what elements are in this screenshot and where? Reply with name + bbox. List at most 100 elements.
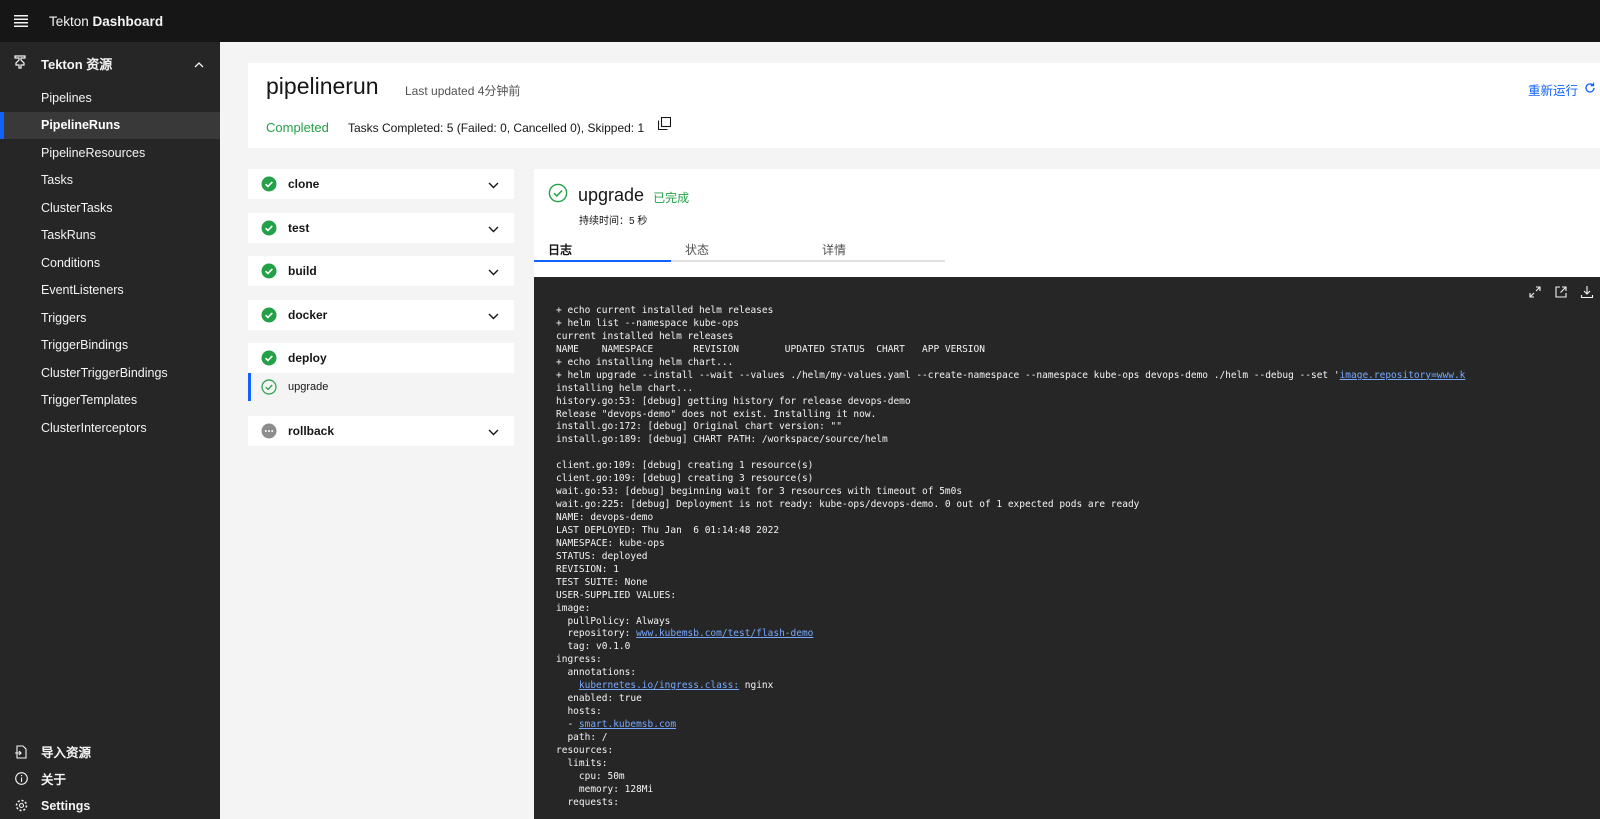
download-icon[interactable] xyxy=(1580,285,1594,304)
task-header-clone[interactable]: clone xyxy=(248,169,514,199)
info-icon xyxy=(13,772,29,785)
log-link[interactable]: image.repository=www.k xyxy=(1340,370,1466,381)
log-viewer[interactable]: + echo current installed helm releases + … xyxy=(534,277,1600,819)
chevron-down-icon[interactable] xyxy=(488,425,499,439)
sidebar-item-clustertriggerbindings[interactable]: ClusterTriggerBindings xyxy=(0,359,220,387)
sidebar-item-tasks[interactable]: Tasks xyxy=(0,167,220,195)
log-line: current installed helm releases xyxy=(556,330,734,342)
sidebar-item-clustertasks[interactable]: ClusterTasks xyxy=(0,194,220,222)
log-line: + helm list --namespace kube-ops xyxy=(556,317,740,329)
sidebar-item-taskruns[interactable]: TaskRuns xyxy=(0,222,220,250)
check-circle-outline-icon xyxy=(548,183,568,208)
log-line: - smart.kubemsb.com xyxy=(556,719,1576,732)
check-circle-icon xyxy=(261,176,277,192)
task-rollback: rollback xyxy=(248,416,514,446)
log-line: NAMESPACE: kube-ops xyxy=(556,537,665,549)
check-circle-icon xyxy=(261,307,277,323)
app-name[interactable]: Tekton Dashboard xyxy=(49,14,163,29)
sidebar-item-triggerbindings[interactable]: TriggerBindings xyxy=(0,332,220,360)
log-line: limits: xyxy=(556,757,608,769)
check-circle-icon xyxy=(261,263,277,279)
task-deploy: deploy upgrade xyxy=(248,343,514,401)
tekton-icon xyxy=(13,54,29,72)
log-line: NAME: devops-demo xyxy=(556,512,654,523)
log-line: enabled: true xyxy=(556,693,642,705)
step-duration: 持续时间：5 秒 xyxy=(579,216,648,227)
chevron-down-icon[interactable] xyxy=(488,265,499,279)
task-header-build[interactable]: build xyxy=(248,256,514,286)
task-header-test[interactable]: test xyxy=(248,212,514,243)
page-title: pipelinerun xyxy=(266,73,379,99)
task-list: clone test build docker deploy upgrade rollbac… xyxy=(248,169,514,460)
sidebar-about-label: 关于 xyxy=(41,773,67,787)
task-name: rollback xyxy=(288,424,335,438)
task-name: test xyxy=(288,220,310,235)
sidebar: Tekton 资源 Pipelines PipelineRuns PipelineR… xyxy=(0,42,220,819)
rerun-label: 重新运行 xyxy=(1527,84,1578,98)
log-line: wait.go:53: [debug] beginning wait for 3… xyxy=(556,486,963,498)
task-header-docker[interactable]: docker xyxy=(248,299,514,330)
task-name: docker xyxy=(288,307,328,322)
tab-status[interactable]: 状态 xyxy=(671,232,808,262)
sidebar-settings[interactable]: Settings xyxy=(0,792,220,819)
sidebar-item-clusterinterceptors[interactable]: ClusterInterceptors xyxy=(0,414,220,442)
log-toolbar xyxy=(1528,285,1594,304)
log-line: pullPolicy: Always xyxy=(556,615,671,627)
log-line: client.go:109: [debug] creating 3 resour… xyxy=(556,473,814,485)
maximize-icon[interactable] xyxy=(1528,285,1542,304)
main-content: pipelinerun Last updated 4分钟前 Completed … xyxy=(220,42,1600,819)
log-line: install.go:172: [debug] Original chart v… xyxy=(556,421,842,433)
sidebar-about[interactable]: 关于 xyxy=(0,765,220,792)
chevron-down-icon[interactable] xyxy=(488,222,499,236)
task-build: build xyxy=(248,256,514,286)
log-line: annotations: xyxy=(556,667,637,679)
copy-icon[interactable] xyxy=(657,116,672,135)
log-link[interactable]: www.kubemsb.com/test/flash-demo xyxy=(636,628,813,639)
sidebar-item-pipelineresources[interactable]: PipelineResources xyxy=(0,139,220,167)
skipped-icon xyxy=(261,423,277,439)
top-bar: Tekton Dashboard xyxy=(0,0,1600,42)
rerun-button[interactable]: 重新运行 xyxy=(1528,80,1596,99)
log-line: installing helm chart... xyxy=(556,382,694,394)
log-line: memory: 128Mi xyxy=(556,783,654,795)
chevron-down-icon[interactable] xyxy=(488,178,499,192)
tab-logs[interactable]: 日志 xyxy=(534,232,671,262)
step-upgrade[interactable]: upgrade xyxy=(248,373,514,401)
sidebar-item-conditions[interactable]: Conditions xyxy=(0,249,220,277)
chevron-up-icon[interactable] xyxy=(194,56,204,71)
log-link[interactable]: smart.kubemsb.com xyxy=(579,719,676,730)
sidebar-item-triggertemplates[interactable]: TriggerTemplates xyxy=(0,387,220,415)
sidebar-section-tekton-resources[interactable]: Tekton 资源 xyxy=(0,42,220,84)
import-icon xyxy=(13,744,29,759)
log-line: REVISION: 1 xyxy=(556,563,619,575)
sidebar-section-title: Tekton 资源 xyxy=(41,56,113,72)
log-line: NAME NAMESPACE REVISION UPDATED STATUS C… xyxy=(556,343,985,355)
log-line: image: xyxy=(556,602,591,614)
sidebar-item-triggers[interactable]: Triggers xyxy=(0,304,220,332)
chevron-down-icon[interactable] xyxy=(488,309,499,323)
sidebar-import-resources[interactable]: 导入资源 xyxy=(0,738,220,765)
check-circle-icon xyxy=(261,220,277,236)
tab-details[interactable]: 详情 xyxy=(808,232,945,262)
log-line: client.go:109: [debug] creating 1 resour… xyxy=(556,460,814,472)
log-line: TEST SUITE: None xyxy=(556,576,648,588)
task-header-rollback[interactable]: rollback xyxy=(248,416,514,446)
sidebar-bottom: 导入资源 关于 Settings xyxy=(0,738,220,819)
log-line: tag: v0.1.0 xyxy=(556,641,631,653)
hamburger-menu-icon[interactable] xyxy=(0,0,42,42)
sidebar-import-label: 导入资源 xyxy=(41,746,92,760)
check-circle-icon xyxy=(261,350,277,366)
gear-icon xyxy=(13,799,29,812)
open-in-new-window-icon[interactable] xyxy=(1554,285,1568,304)
log-text: + helm upgrade --install --wait --values… xyxy=(556,369,1340,381)
log-text: repository: xyxy=(556,628,637,640)
sidebar-item-eventlisteners[interactable]: EventListeners xyxy=(0,277,220,305)
task-header-deploy[interactable]: deploy xyxy=(248,343,514,373)
log-link[interactable]: kubernetes.io/ingress.class: xyxy=(579,680,739,691)
sidebar-item-pipelineruns[interactable]: PipelineRuns xyxy=(0,111,220,139)
log-line: STATUS: deployed xyxy=(556,550,648,562)
task-docker: docker xyxy=(248,299,514,330)
log-line: + echo current installed helm releases xyxy=(556,305,774,316)
sidebar-item-pipelines[interactable]: Pipelines xyxy=(0,84,220,112)
